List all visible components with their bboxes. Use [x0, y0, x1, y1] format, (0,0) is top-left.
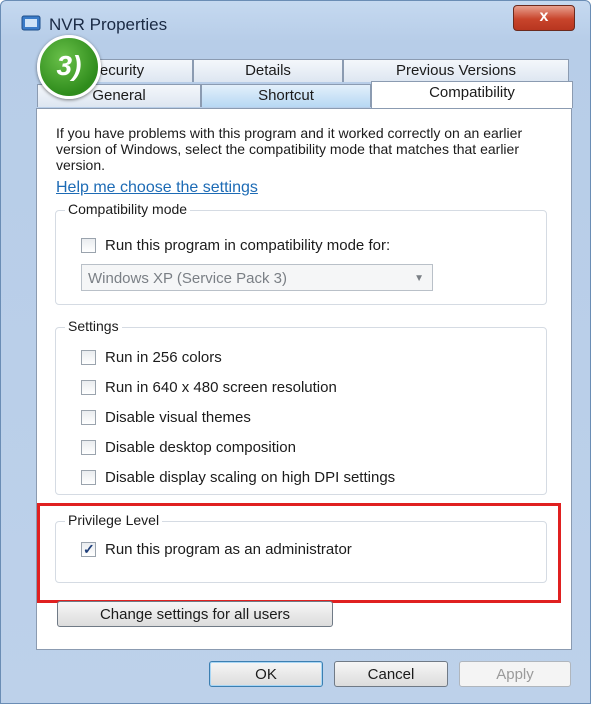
tab-shortcut[interactable]: Shortcut [201, 84, 371, 107]
compatibility-mode-label: Compatibility mode [65, 201, 191, 217]
checkbox-run-256-colors[interactable] [81, 350, 96, 365]
step-badge: 3) [37, 35, 101, 99]
settings-item-label: Disable display scaling on high DPI sett… [105, 469, 396, 486]
os-version-select[interactable]: Windows XP (Service Pack 3) ▼ [81, 264, 433, 291]
chevron-down-icon: ▼ [414, 273, 424, 284]
tab-previous-versions[interactable]: Previous Versions [343, 59, 569, 82]
app-icon [21, 15, 41, 31]
checkbox-disable-visual-themes[interactable] [81, 410, 96, 425]
help-link[interactable]: Help me choose the settings [56, 179, 258, 197]
settings-item-label: Run in 256 colors [105, 349, 222, 366]
settings-item-label: Run in 640 x 480 screen resolution [105, 379, 337, 396]
ok-button[interactable]: OK [209, 661, 323, 687]
title-bar[interactable]: NVR Properties x [1, 1, 590, 45]
highlight-box [37, 503, 561, 603]
os-version-value: Windows XP (Service Pack 3) [88, 270, 287, 287]
settings-item-label: Disable visual themes [105, 409, 251, 426]
settings-item-label: Disable desktop composition [105, 439, 296, 456]
compat-mode-checkbox-label: Run this program in compatibility mode f… [105, 237, 391, 254]
properties-dialog: NVR Properties x 3) Security Details Pre… [0, 0, 591, 704]
checkbox-disable-desktop-composition[interactable] [81, 440, 96, 455]
close-button[interactable]: x [513, 5, 575, 31]
checkbox-run-640x480[interactable] [81, 380, 96, 395]
change-settings-all-users-button[interactable]: Change settings for all users [57, 601, 333, 627]
settings-label: Settings [65, 318, 122, 334]
tab-compatibility[interactable]: Compatibility [371, 81, 573, 108]
window-title: NVR Properties [49, 15, 168, 34]
cancel-button[interactable]: Cancel [334, 661, 448, 687]
compat-mode-checkbox[interactable] [81, 238, 96, 253]
tab-details[interactable]: Details [193, 59, 343, 82]
intro-text: If you have problems with this program a… [56, 125, 523, 173]
apply-button[interactable]: Apply [459, 661, 571, 687]
checkbox-disable-dpi-scaling[interactable] [81, 470, 96, 485]
